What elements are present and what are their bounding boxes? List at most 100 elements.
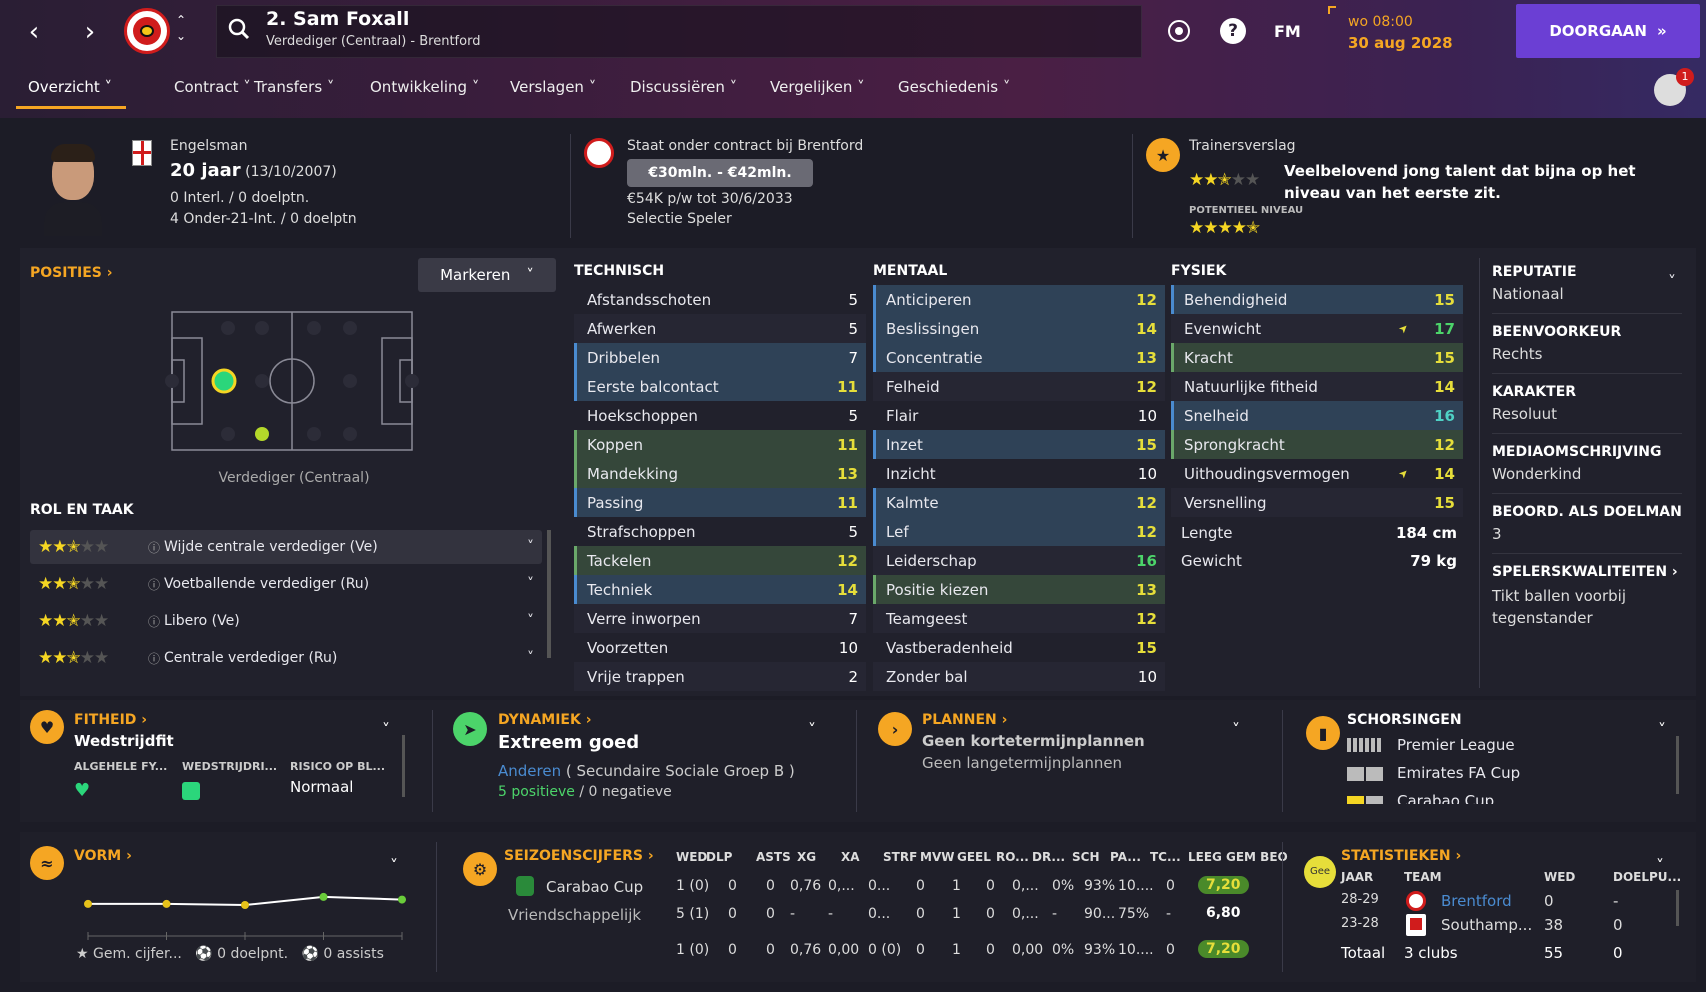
- fitness-title[interactable]: FITHEID ›: [74, 712, 147, 728]
- chevron-down-icon[interactable]: ˅: [1232, 720, 1240, 739]
- stats-team-link[interactable]: Brentford: [1441, 892, 1512, 910]
- attribute-row[interactable]: Eerste balcontact 11: [574, 372, 866, 401]
- scrollbar[interactable]: [402, 735, 405, 797]
- chevron-down-icon[interactable]: ˅: [382, 720, 390, 739]
- attribute-row[interactable]: Sprongkracht 12: [1171, 430, 1463, 459]
- dynamics-title[interactable]: DYNAMIEK ›: [498, 712, 592, 728]
- chevron-down-icon[interactable]: ˅: [1658, 720, 1666, 739]
- tab-verslagen[interactable]: Verslagen ˅: [510, 78, 596, 96]
- form-title[interactable]: VORM ›: [74, 848, 132, 864]
- attribute-row[interactable]: Voorzetten 10: [574, 633, 866, 662]
- season-header[interactable]: RO...: [996, 850, 1029, 864]
- tab-transfers[interactable]: Transfers ˅: [254, 78, 334, 96]
- attribute-row[interactable]: Uithoudingsvermogen ➤ 14: [1171, 459, 1463, 488]
- ball-icon[interactable]: [1166, 18, 1192, 44]
- attribute-row[interactable]: Hoekschoppen 5: [574, 401, 866, 430]
- attribute-row[interactable]: Afwerken 5: [574, 314, 866, 343]
- attribute-row[interactable]: Snelheid 16: [1171, 401, 1463, 430]
- player-cycle-arrows-icon[interactable]: ⌃ ⌄: [176, 12, 186, 44]
- transfer-value-badge[interactable]: €30mln. - €42mln.: [627, 159, 813, 187]
- search-icon[interactable]: [228, 18, 250, 40]
- tab-geschiedenis[interactable]: Geschiedenis ˅: [898, 78, 1010, 96]
- season-header[interactable]: LEEG: [1188, 850, 1222, 864]
- attribute-row[interactable]: Kracht 15: [1171, 343, 1463, 372]
- attribute-row[interactable]: Zonder bal 10: [873, 662, 1165, 691]
- attribute-row[interactable]: Verre inworpen 7: [574, 604, 866, 633]
- attribute-row[interactable]: Leiderschap 16: [873, 546, 1165, 575]
- tab-overzicht[interactable]: Overzicht ˅: [28, 78, 112, 96]
- qualities-label[interactable]: SPELERSKWALITEITEN ›: [1492, 564, 1682, 580]
- season-header[interactable]: DR...: [1032, 850, 1065, 864]
- attribute-row[interactable]: Strafschoppen 5: [574, 517, 866, 546]
- season-header[interactable]: MVW: [920, 850, 954, 864]
- forward-button[interactable]: ›: [70, 14, 110, 50]
- tab-vergelijken[interactable]: Vergelijken ˅: [770, 78, 865, 96]
- attribute-row[interactable]: Koppen 11: [574, 430, 866, 459]
- attribute-row[interactable]: Vrije trappen 2: [574, 662, 866, 691]
- roles-scrollbar[interactable]: [547, 530, 551, 658]
- season-cell: 10....: [1118, 942, 1154, 958]
- positions-title[interactable]: POSITIES ›: [30, 265, 113, 281]
- attribute-row[interactable]: Natuurlijke fitheid 14: [1171, 372, 1463, 401]
- attribute-row[interactable]: Teamgeest 12: [873, 604, 1165, 633]
- season-competition[interactable]: Vriendschappelijk: [508, 906, 641, 924]
- tab-ontwikkeling[interactable]: Ontwikkeling ˅: [370, 78, 479, 96]
- attribute-row[interactable]: Inzet 15: [873, 430, 1165, 459]
- attribute-row[interactable]: Versnelling 15: [1171, 488, 1463, 517]
- back-button[interactable]: ‹: [14, 14, 54, 50]
- tab-contract[interactable]: Contract ˅: [174, 78, 251, 96]
- chevron-down-icon[interactable]: ˅: [1668, 272, 1676, 291]
- attribute-row[interactable]: Positie kiezen 13: [873, 575, 1165, 604]
- season-title[interactable]: SEIZOENSCIJFERS ›: [504, 848, 654, 864]
- attribute-row[interactable]: Afstandsschoten 5: [574, 285, 866, 314]
- attribute-row[interactable]: Concentratie 13: [873, 343, 1165, 372]
- attribute-row[interactable]: Evenwicht ➤ 17: [1171, 314, 1463, 343]
- attribute-row[interactable]: Dribbelen 7: [574, 343, 866, 372]
- attribute-row[interactable]: Vastberadenheid 15: [873, 633, 1165, 662]
- season-header[interactable]: GEM BEO: [1226, 850, 1288, 864]
- season-header[interactable]: SCH: [1072, 850, 1100, 864]
- attribute-row[interactable]: Felheid 12: [873, 372, 1165, 401]
- season-header[interactable]: STRF: [883, 850, 917, 864]
- season-header[interactable]: XG: [797, 850, 816, 864]
- season-header[interactable]: DLP: [706, 850, 732, 864]
- attribute-row[interactable]: Flair 10: [873, 401, 1165, 430]
- help-icon[interactable]: ?: [1220, 18, 1246, 44]
- attribute-row[interactable]: Passing 11: [574, 488, 866, 517]
- role-row[interactable]: ★★✭★★ ⓘ Wijde centrale verdediger (Ve) ˅: [30, 530, 542, 564]
- continue-button[interactable]: DOORGAAN »: [1516, 4, 1700, 58]
- attribute-row[interactable]: Behendigheid 15: [1171, 285, 1463, 314]
- attribute-row[interactable]: Kalmte 12: [873, 488, 1165, 517]
- role-row[interactable]: ★★✭★★ ⓘ Libero (Ve) ˅: [30, 604, 542, 638]
- stats-title[interactable]: STATISTIEKEN ›: [1341, 848, 1461, 864]
- season-header[interactable]: ASTS: [756, 850, 791, 864]
- season-header[interactable]: GEEL: [957, 850, 991, 864]
- chevron-down-icon[interactable]: ˅: [808, 720, 816, 739]
- attribute-row[interactable]: Techniek 14: [574, 575, 866, 604]
- info-panel: REPUTATIE Nationaal ˅ BEENVOORKEUR Rechts K…: [1492, 254, 1682, 639]
- season-competition[interactable]: Carabao Cup: [546, 878, 643, 896]
- attribute-row[interactable]: Anticiperen 12: [873, 285, 1165, 314]
- season-header[interactable]: WED: [676, 850, 707, 864]
- info-icon: ⓘ: [148, 651, 161, 666]
- stats-team[interactable]: Southamp...: [1441, 916, 1532, 934]
- club-crest-icon[interactable]: [124, 8, 170, 54]
- season-header[interactable]: TC...: [1150, 850, 1181, 864]
- tab-discussieren[interactable]: Discussiëren ˅: [630, 78, 737, 96]
- group-link[interactable]: Anderen: [498, 762, 561, 780]
- attribute-row[interactable]: Beslissingen 14: [873, 314, 1165, 343]
- plans-title[interactable]: PLANNEN ›: [922, 712, 1007, 728]
- mark-dropdown[interactable]: Markeren ˅: [418, 258, 556, 292]
- season-header[interactable]: XA: [841, 850, 860, 864]
- scrollbar[interactable]: [1676, 890, 1679, 926]
- scrollbar[interactable]: [1676, 736, 1679, 794]
- fm-logo[interactable]: FM: [1274, 22, 1301, 41]
- attribute-row[interactable]: Mandekking 13: [574, 459, 866, 488]
- role-row[interactable]: ★★✭★★ ⓘ Voetballende verdediger (Ru) ˅: [30, 567, 542, 601]
- attribute-row[interactable]: Inzicht 10: [873, 459, 1165, 488]
- chevron-down-icon: ˅: [527, 650, 534, 666]
- role-row[interactable]: ★★✭★★ ⓘ Centrale verdediger (Ru) ˅: [30, 641, 542, 675]
- attribute-row[interactable]: Tackelen 12: [574, 546, 866, 575]
- season-header[interactable]: PA...: [1110, 850, 1141, 864]
- attribute-row[interactable]: Lef 12: [873, 517, 1165, 546]
